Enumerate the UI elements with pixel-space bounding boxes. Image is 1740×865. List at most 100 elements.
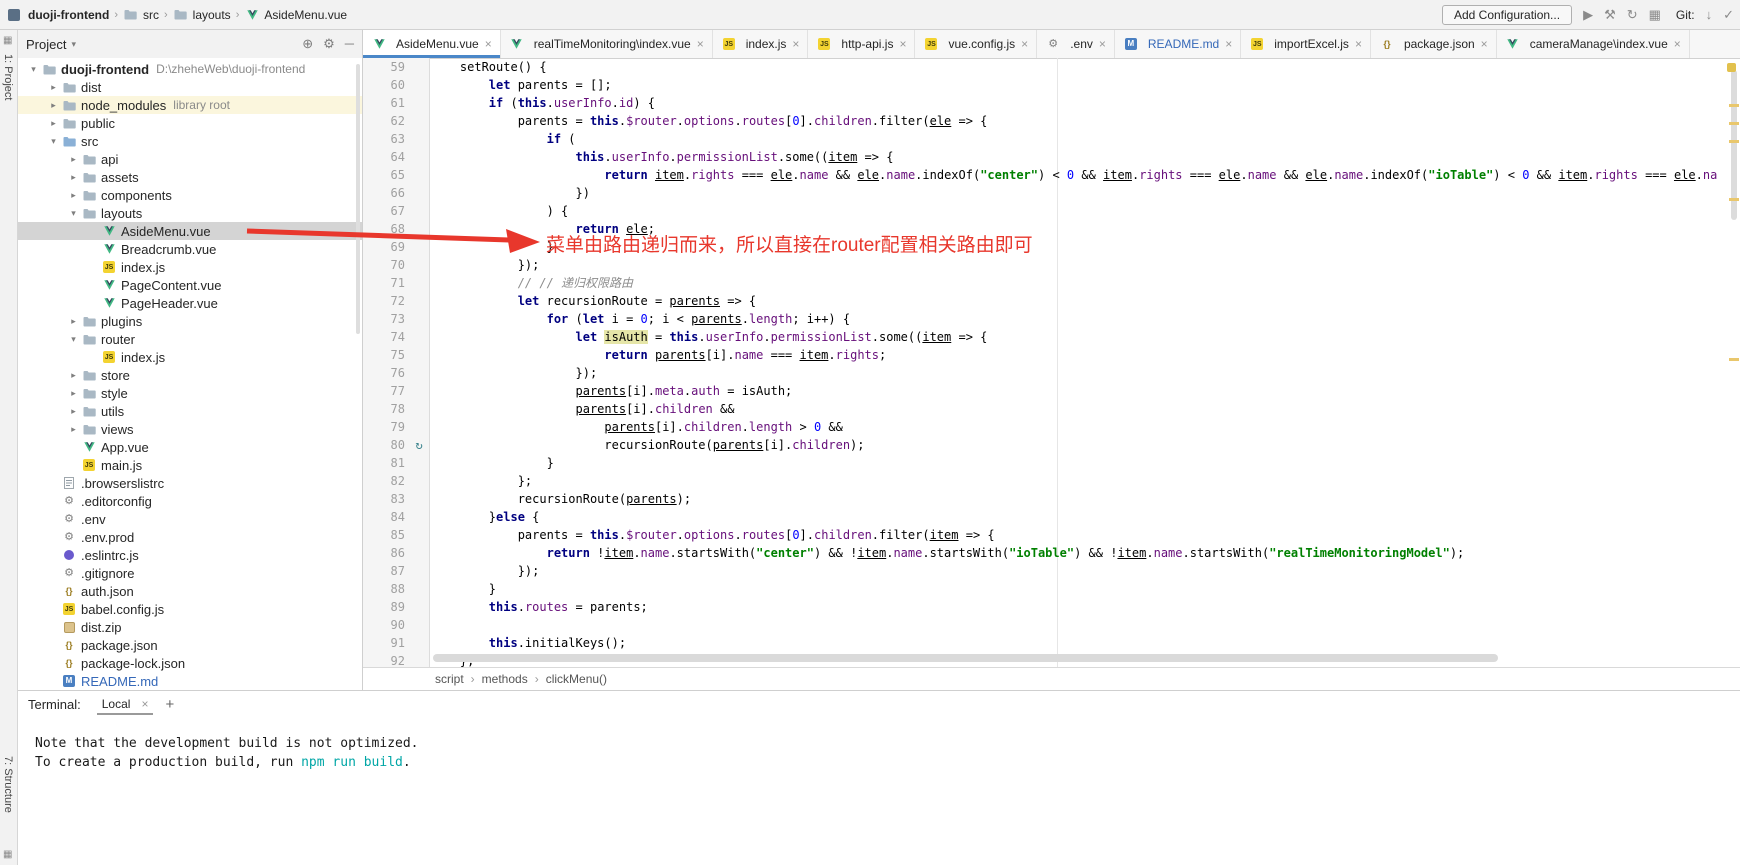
- tree-item-src[interactable]: ▾src: [18, 132, 362, 150]
- tab-http-api-js[interactable]: JShttp-api.js×: [808, 30, 915, 58]
- tree-item-gitignore[interactable]: ⚙.gitignore: [18, 564, 362, 582]
- chevron-right-icon[interactable]: ▸: [46, 118, 61, 129]
- close-icon[interactable]: ×: [141, 697, 148, 711]
- code-line-63[interactable]: 63 if (: [363, 130, 1740, 148]
- tree-item-package-lock-json[interactable]: {}package-lock.json: [18, 654, 362, 672]
- tree-item-index-js[interactable]: JSindex.js: [18, 348, 362, 366]
- new-terminal-icon[interactable]: +: [165, 696, 174, 713]
- code-line-79[interactable]: 79 parents[i].children.length > 0 &&: [363, 418, 1740, 436]
- close-icon[interactable]: ×: [1099, 37, 1106, 51]
- tree-item-app-vue[interactable]: App.vue: [18, 438, 362, 456]
- code-line-74[interactable]: 74 let isAuth = this.userInfo.permission…: [363, 328, 1740, 346]
- close-icon[interactable]: ×: [1021, 37, 1028, 51]
- code-line-77[interactable]: 77 parents[i].meta.auth = isAuth;: [363, 382, 1740, 400]
- code-line-62[interactable]: 62 parents = this.$router.options.routes…: [363, 112, 1740, 130]
- close-icon[interactable]: ×: [697, 37, 704, 51]
- tool-grid-icon[interactable]: ▦: [1649, 8, 1661, 21]
- close-icon[interactable]: ×: [1481, 37, 1488, 51]
- terminal-output[interactable]: Note that the development build is not o…: [18, 718, 1740, 772]
- tree-item-breadcrumb-vue[interactable]: Breadcrumb.vue: [18, 240, 362, 258]
- editor-hscrollbar[interactable]: [433, 654, 1498, 662]
- tree-item-asidemenu-vue[interactable]: AsideMenu.vue: [18, 222, 362, 240]
- settings-icon[interactable]: ⚙: [323, 36, 335, 52]
- close-icon[interactable]: ×: [1225, 37, 1232, 51]
- tree-item-babel-config-js[interactable]: JSbabel.config.js: [18, 600, 362, 618]
- breadcrumb-script[interactable]: script: [435, 672, 464, 686]
- warning-stripe-mark[interactable]: [1729, 358, 1739, 361]
- chevron-right-icon[interactable]: ▸: [66, 190, 81, 201]
- title-crumb-layouts[interactable]: layouts: [173, 8, 231, 22]
- tree-item-api[interactable]: ▸api: [18, 150, 362, 168]
- code-line-82[interactable]: 82 };: [363, 472, 1740, 490]
- warning-stripe-mark[interactable]: [1729, 198, 1739, 201]
- tree-item-main-js[interactable]: JSmain.js: [18, 456, 362, 474]
- tab-importexcel-js[interactable]: JSimportExcel.js×: [1241, 30, 1371, 58]
- chevron-right-icon[interactable]: ▸: [66, 172, 81, 183]
- tree-scrollbar[interactable]: [356, 64, 360, 334]
- chevron-down-icon[interactable]: ▾: [26, 64, 41, 75]
- chevron-down-icon[interactable]: ▾: [66, 334, 81, 345]
- tab-env[interactable]: ⚙.env×: [1037, 30, 1115, 58]
- tree-item-env-prod[interactable]: ⚙.env.prod: [18, 528, 362, 546]
- tree-item-env[interactable]: ⚙.env: [18, 510, 362, 528]
- tree-item-dist[interactable]: ▸dist: [18, 78, 362, 96]
- bottom-tool-icon[interactable]: ▦: [3, 849, 12, 860]
- tree-item-style[interactable]: ▸style: [18, 384, 362, 402]
- tab-package-json[interactable]: {}package.json×: [1371, 30, 1497, 58]
- vcs-update-icon[interactable]: ↓: [1706, 8, 1713, 21]
- warning-stripe-mark[interactable]: [1729, 104, 1739, 107]
- code-line-80[interactable]: 80↻ recursionRoute(parents[i].children);: [363, 436, 1740, 454]
- project-view-title[interactable]: Project: [26, 37, 66, 52]
- project-tool-tab[interactable]: 1: Project: [2, 54, 14, 100]
- close-icon[interactable]: ×: [899, 37, 906, 51]
- title-crumb-asidemenu-vue[interactable]: AsideMenu.vue: [244, 8, 347, 22]
- chevron-down-icon[interactable]: ▾: [46, 136, 61, 147]
- tree-item-public[interactable]: ▸public: [18, 114, 362, 132]
- chevron-down-icon[interactable]: ▾: [66, 208, 81, 219]
- tree-item-pagecontent-vue[interactable]: PageContent.vue: [18, 276, 362, 294]
- tree-item-auth-json[interactable]: {}auth.json: [18, 582, 362, 600]
- tree-item-browserslistrc[interactable]: .browserslistrc: [18, 474, 362, 492]
- code-line-84[interactable]: 84 }else {: [363, 508, 1740, 526]
- tree-item-node-modules[interactable]: ▸node_moduleslibrary root: [18, 96, 362, 114]
- run-icon[interactable]: ▶: [1583, 8, 1593, 21]
- chevron-right-icon[interactable]: ▸: [66, 406, 81, 417]
- structure-tool-tab[interactable]: 7: Structure: [2, 756, 14, 813]
- code-line-73[interactable]: 73 for (let i = 0; i < parents.length; i…: [363, 310, 1740, 328]
- tree-item-plugins[interactable]: ▸plugins: [18, 312, 362, 330]
- tab-realtimemonitoring-index-vue[interactable]: realTimeMonitoring\index.vue×: [501, 30, 713, 58]
- chevron-right-icon[interactable]: ▸: [46, 82, 61, 93]
- sync-icon[interactable]: ↻: [1627, 8, 1638, 21]
- tree-item-utils[interactable]: ▸utils: [18, 402, 362, 420]
- chevron-right-icon[interactable]: ▸: [46, 100, 61, 111]
- tree-item-eslintrc-js[interactable]: .eslintrc.js: [18, 546, 362, 564]
- title-crumb-src[interactable]: src: [123, 8, 159, 22]
- code-line-78[interactable]: 78 parents[i].children &&: [363, 400, 1740, 418]
- code-editor[interactable]: 59 setRoute() {60 let parents = [];61 if…: [363, 58, 1740, 668]
- code-line-61[interactable]: 61 if (this.userInfo.id) {: [363, 94, 1740, 112]
- code-line-88[interactable]: 88 }: [363, 580, 1740, 598]
- hide-panel-icon[interactable]: ─: [345, 36, 354, 52]
- code-line-91[interactable]: 91 this.initialKeys();: [363, 634, 1740, 652]
- tree-item-index-js[interactable]: JSindex.js: [18, 258, 362, 276]
- locate-icon[interactable]: ⊕: [302, 36, 313, 52]
- tree-item-duoji-frontend[interactable]: ▾duoji-frontendD:\zheheWeb\duoji-fronten…: [18, 60, 362, 78]
- tree-item-assets[interactable]: ▸assets: [18, 168, 362, 186]
- code-line-71[interactable]: 71 // // 递归权限路由: [363, 274, 1740, 292]
- tree-item-router[interactable]: ▾router: [18, 330, 362, 348]
- terminal-tab-local[interactable]: Local ×: [97, 694, 154, 715]
- code-line-89[interactable]: 89 this.routes = parents;: [363, 598, 1740, 616]
- recursion-gutter-icon[interactable]: ↻: [415, 438, 422, 452]
- warning-stripe-mark[interactable]: [1729, 140, 1739, 143]
- code-line-75[interactable]: 75 return parents[i].name === item.right…: [363, 346, 1740, 364]
- tree-item-layouts[interactable]: ▾layouts: [18, 204, 362, 222]
- close-icon[interactable]: ×: [1674, 37, 1681, 51]
- chevron-right-icon[interactable]: ▸: [66, 370, 81, 381]
- code-line-70[interactable]: 70 });: [363, 256, 1740, 274]
- tree-item-package-json[interactable]: {}package.json: [18, 636, 362, 654]
- code-line-65[interactable]: 65 return item.rights === ele.name && el…: [363, 166, 1740, 184]
- code-line-90[interactable]: 90: [363, 616, 1740, 634]
- code-line-67[interactable]: 67 ) {: [363, 202, 1740, 220]
- chevron-right-icon[interactable]: ▸: [66, 388, 81, 399]
- close-icon[interactable]: ×: [1355, 37, 1362, 51]
